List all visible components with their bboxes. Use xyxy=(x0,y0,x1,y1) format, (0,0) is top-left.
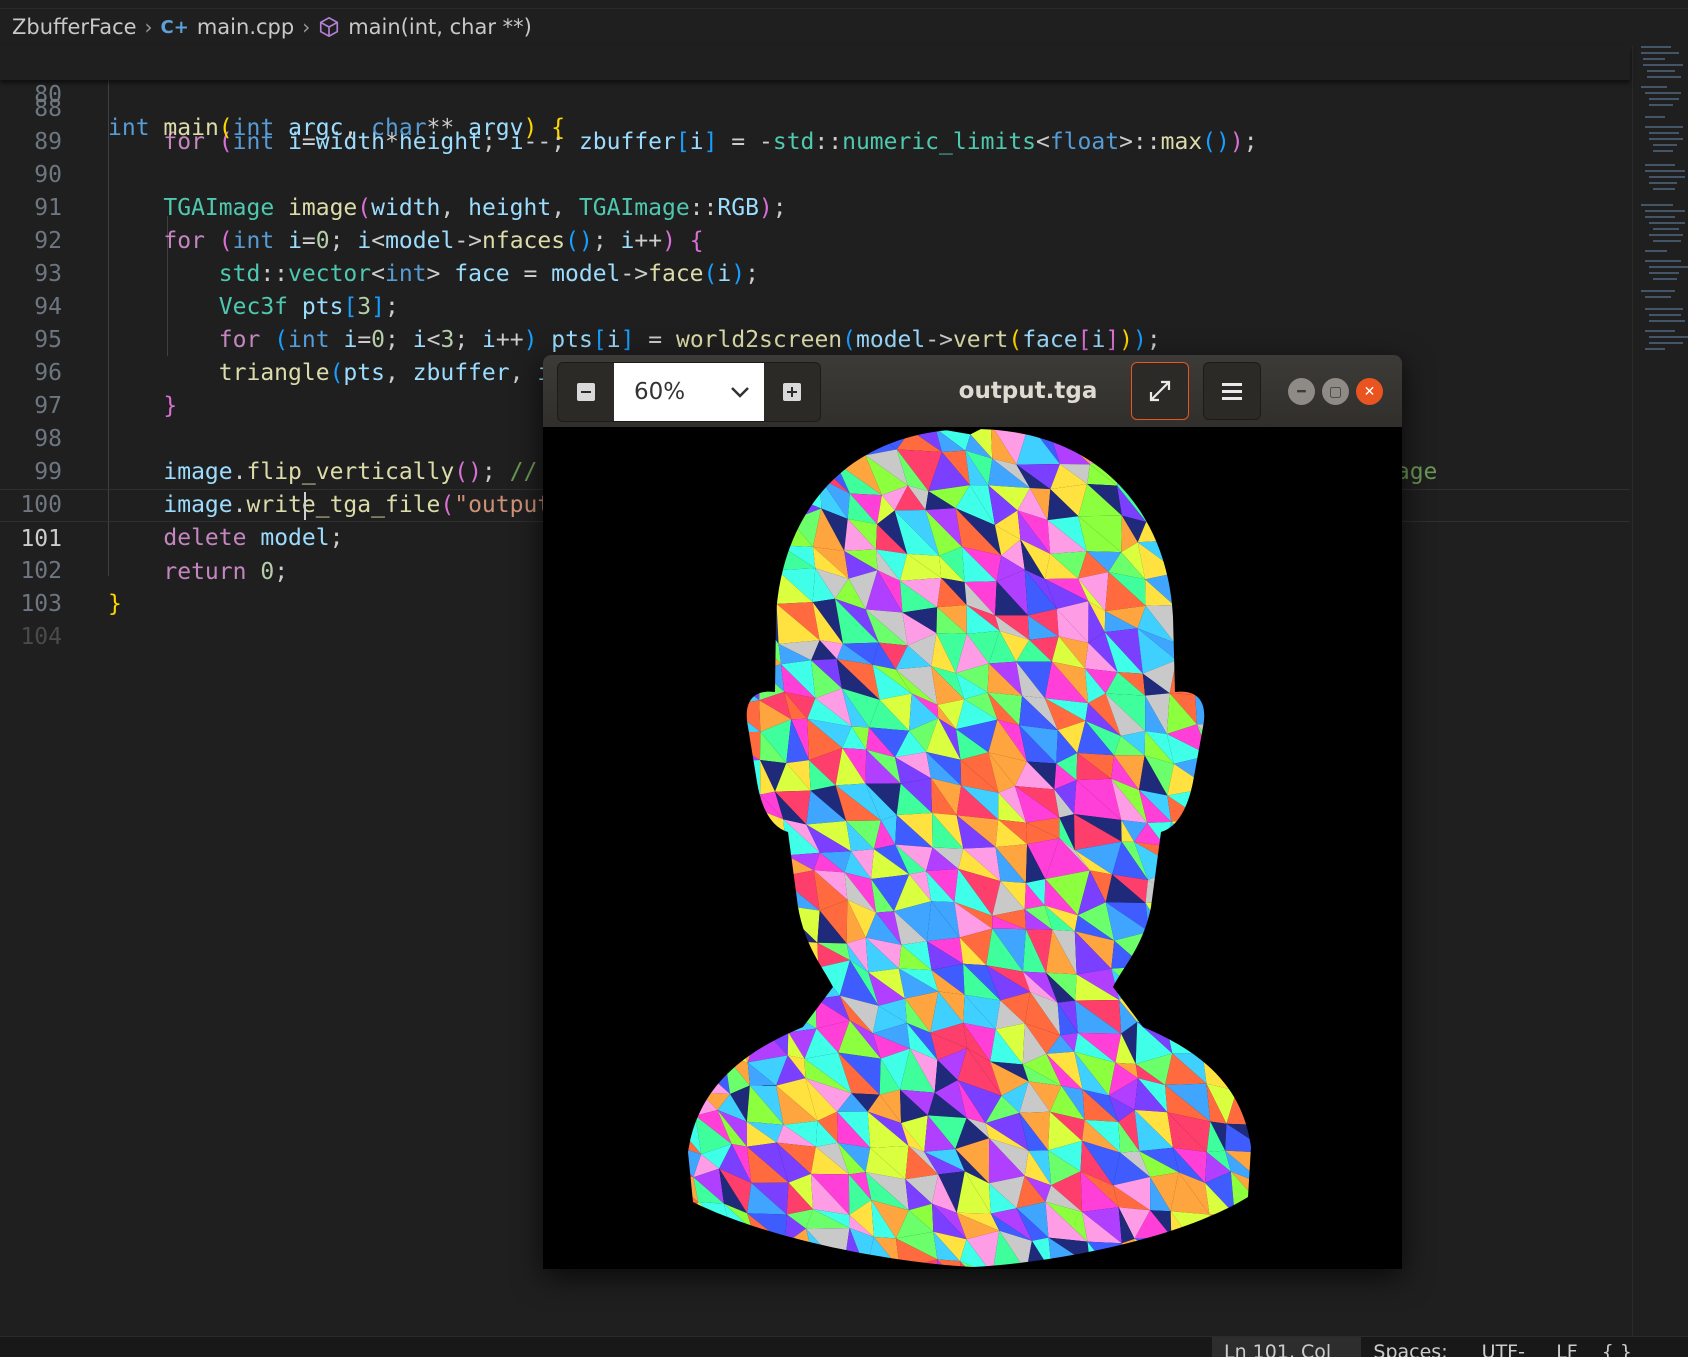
breadcrumb-folder[interactable]: ZbufferFace xyxy=(12,15,137,39)
zoom-out-button[interactable] xyxy=(558,363,614,421)
close-button[interactable]: ✕ xyxy=(1356,378,1383,405)
code-line: 96 } xyxy=(0,324,1630,357)
method-cube-icon xyxy=(318,16,340,38)
line-number: 80 xyxy=(0,79,62,112)
expand-icon xyxy=(1147,378,1173,404)
code-line: 91 for (int i=0; i<model->nfaces(); i++)… xyxy=(0,159,1630,192)
image-canvas[interactable] xyxy=(543,427,1402,1269)
end-of-line[interactable]: LF xyxy=(1544,1337,1590,1357)
minimize-button[interactable]: ━ xyxy=(1288,378,1315,405)
code-line: 93 Vec3f pts[3]; xyxy=(0,225,1630,258)
text-cursor xyxy=(304,492,306,520)
code-line: 80 int main(int argc, char** argv) { xyxy=(0,46,1630,79)
indentation-setting[interactable]: Spaces: 4 xyxy=(1361,1337,1469,1357)
sticky-scroll-line[interactable]: 80 int main(int argc, char** argv) { xyxy=(0,46,1630,80)
fullscreen-button[interactable] xyxy=(1131,362,1189,420)
zoom-control: 60% xyxy=(557,362,821,422)
code-line: 95 triangle(pts, zbuffer, image, TGAColo… xyxy=(0,291,1630,324)
rendered-face-image xyxy=(543,427,1402,1269)
image-viewer-window[interactable]: 60% output.tga ━ ▢ xyxy=(543,355,1402,1269)
minimap[interactable] xyxy=(1632,46,1688,1336)
close-icon: ✕ xyxy=(1364,384,1376,400)
code-text: int main(int argc, char** argv) { xyxy=(108,112,565,145)
chevron-right-icon: › xyxy=(145,15,153,39)
cpp-file-icon: C+ xyxy=(161,17,189,38)
menu-button[interactable] xyxy=(1203,362,1261,420)
breadcrumb-symbol[interactable]: main(int, char **) xyxy=(348,15,532,39)
breadcrumb: ZbufferFace › C+ main.cpp › main(int, ch… xyxy=(0,8,1630,46)
code-line: 92 std::vector<int> face = model->face(i… xyxy=(0,192,1630,225)
language-mode[interactable]: { } C++ xyxy=(1590,1337,1688,1357)
viewer-titlebar[interactable]: 60% output.tga ━ ▢ xyxy=(543,355,1402,428)
breadcrumb-file[interactable]: main.cpp xyxy=(197,15,294,39)
cursor-position[interactable]: Ln 101, Col 14 xyxy=(1212,1337,1361,1357)
code-line: 94 for (int i=0; i<3; i++) pts[i] = worl… xyxy=(0,258,1630,291)
plus-icon xyxy=(783,383,801,401)
file-encoding[interactable]: UTF-8 xyxy=(1470,1337,1545,1357)
minimize-icon: ━ xyxy=(1297,384,1305,400)
minus-icon xyxy=(577,383,595,401)
status-bar: Ln 101, Col 14 Spaces: 4 UTF-8 LF { } C+… xyxy=(0,1336,1688,1357)
line-number: 104 xyxy=(0,621,62,654)
chevron-right-icon: › xyxy=(302,15,310,39)
zoom-level-select[interactable]: 60% xyxy=(614,363,764,421)
zoom-in-button[interactable] xyxy=(764,363,820,421)
zoom-level-value: 60% xyxy=(634,379,685,405)
chevron-down-icon xyxy=(730,385,750,399)
maximize-icon: ▢ xyxy=(1329,384,1342,400)
hamburger-icon xyxy=(1220,380,1244,402)
maximize-button[interactable]: ▢ xyxy=(1322,378,1349,405)
